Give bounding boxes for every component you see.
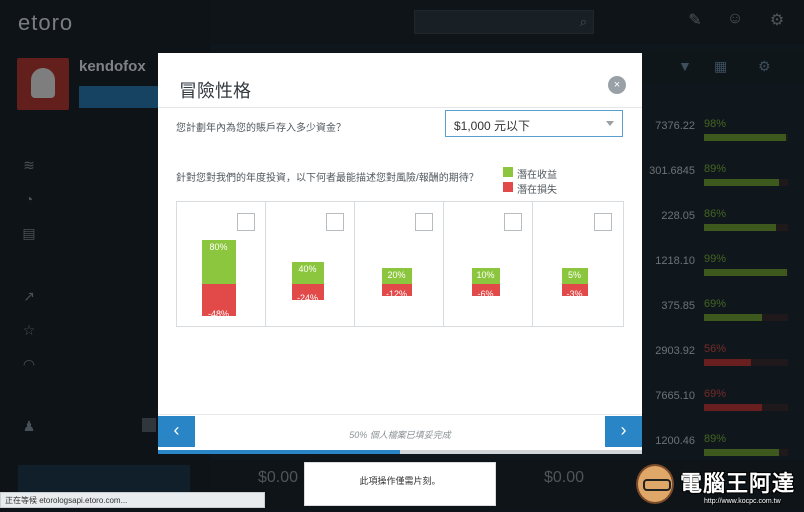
watermark-text: 電腦王阿達 bbox=[680, 471, 796, 496]
option-checkbox[interactable] bbox=[237, 213, 255, 231]
browser-status-bar: 正在等候 etorologsapi.etoro.com... bbox=[0, 492, 265, 508]
amount-select[interactable]: $1,000 元以下 bbox=[445, 110, 623, 137]
loss-bar: -24% bbox=[291, 284, 324, 303]
chevron-down-icon bbox=[606, 121, 614, 126]
risk-option[interactable]: 10% -6% bbox=[444, 202, 533, 326]
gain-bar: 40% bbox=[291, 262, 324, 284]
question-amount: 您計劃年內為您的賬戶存入多少資金？ bbox=[176, 123, 346, 134]
risk-option[interactable]: 20% -12% bbox=[355, 202, 444, 326]
watermark-url: http://www.kocpc.com.tw bbox=[704, 498, 781, 505]
gain-bar: 20% bbox=[381, 268, 412, 284]
loss-bar: -6% bbox=[471, 284, 500, 299]
loss-bar: -12% bbox=[381, 284, 412, 299]
gain-bar: 10% bbox=[471, 268, 500, 284]
risk-options: 80% -48% 40% -24% 20% -12% 10% -6% 5% -3% bbox=[176, 201, 624, 327]
watermark: 電腦王阿達 http://www.kocpc.com.tw bbox=[636, 462, 802, 510]
progress-fill bbox=[158, 450, 400, 454]
option-checkbox[interactable] bbox=[594, 213, 612, 231]
risk-option[interactable]: 80% -48% bbox=[177, 202, 266, 326]
modal-title: 冒險性格 bbox=[179, 81, 251, 101]
mascot-icon bbox=[636, 464, 674, 504]
divider bbox=[158, 107, 642, 108]
legend-gain-swatch bbox=[503, 167, 513, 177]
close-icon[interactable]: × bbox=[608, 76, 626, 94]
gain-bar: 80% bbox=[201, 240, 236, 284]
amount-selected-value: $1,000 元以下 bbox=[454, 119, 531, 133]
gain-bar: 5% bbox=[561, 268, 588, 284]
loss-bar: -48% bbox=[201, 284, 236, 319]
option-checkbox[interactable] bbox=[415, 213, 433, 231]
risk-profile-modal: 冒險性格 × 您計劃年內為您的賬戶存入多少資金？ $1,000 元以下 針對您對… bbox=[158, 53, 642, 454]
progress-bar bbox=[158, 450, 642, 454]
question-risk: 針對您對我們的年度投資，以下何者最能描述您對風險/報酬的期待？ bbox=[176, 173, 479, 184]
progress-text: 50% 個人檔案已填妥完成 bbox=[349, 430, 451, 440]
option-checkbox[interactable] bbox=[326, 213, 344, 231]
option-checkbox[interactable] bbox=[504, 213, 522, 231]
risk-option[interactable]: 5% -3% bbox=[533, 202, 622, 326]
legend-loss-swatch bbox=[503, 182, 513, 192]
loss-bar: -3% bbox=[561, 284, 588, 299]
risk-option[interactable]: 40% -24% bbox=[266, 202, 355, 326]
tooltip: 此項操作僅需片刻。 bbox=[304, 462, 496, 506]
